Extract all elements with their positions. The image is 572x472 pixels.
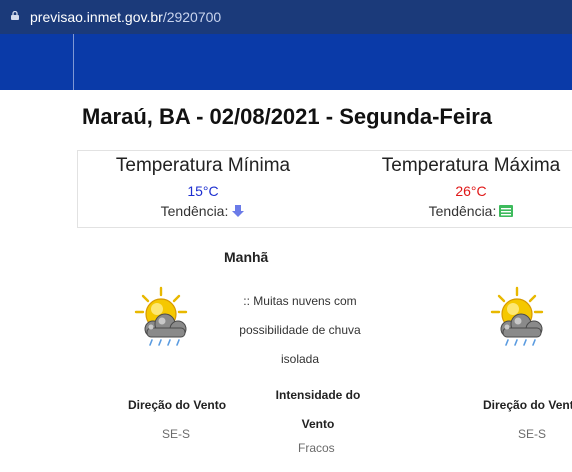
sun-cloud-rain-icon: [490, 286, 544, 346]
min-temperature-block: Temperatura Mínima 15°C Tendência:: [112, 155, 294, 219]
forecast-line-1: :: Muitas nuvens com: [243, 294, 357, 308]
sun-cloud-rain-icon: [134, 286, 188, 346]
max-temperature-label: Temperatura Máxima: [381, 155, 561, 176]
min-trend-label: Tendência:: [160, 203, 229, 219]
max-temperature-value: 26°C: [455, 183, 487, 199]
right-wind-direction-value: SE-S: [518, 427, 547, 441]
page-title: Maraú, BA - 02/08/2021 - Segunda-Feira: [82, 104, 492, 129]
min-temperature-value: 15°C: [187, 183, 219, 199]
header-divider: [73, 34, 74, 90]
browser-address-bar[interactable]: previsao.inmet.gov.br/2920700: [0, 0, 572, 34]
right-wind-direction-label: Direção do Vento: [483, 398, 572, 412]
min-trend: Tendência:: [112, 203, 294, 219]
forecast-line-3: isolada: [280, 352, 320, 366]
url-text[interactable]: previsao.inmet.gov.br/2920700: [30, 9, 221, 25]
arrow-down-icon: [232, 205, 245, 217]
url-path: /2920700: [162, 9, 222, 25]
lock-icon: [11, 11, 19, 20]
max-temperature-block: Temperatura Máxima 26°C Tendência:: [376, 155, 566, 219]
forecast-period: Manhã: [224, 249, 269, 265]
wind-direction-value: SE-S: [162, 427, 191, 441]
min-temperature-label: Temperatura Mínima: [115, 155, 291, 176]
wind-direction-label: Direção do Vento: [128, 398, 227, 412]
wind-intensity-label: Intensidade do Vento: [275, 388, 361, 431]
max-trend-label: Tendência:: [428, 203, 497, 219]
url-domain: previsao.inmet.gov.br: [30, 9, 163, 25]
forecast-description: :: Muitas nuvens com possibilidade de ch…: [232, 287, 368, 374]
wind-intensity-value: Fracos: [298, 441, 335, 455]
stable-bars-icon: [499, 205, 514, 217]
forecast-line-2: possibilidade de chuva: [239, 323, 361, 337]
site-header: [0, 34, 572, 90]
max-trend: Tendência:: [376, 203, 566, 219]
